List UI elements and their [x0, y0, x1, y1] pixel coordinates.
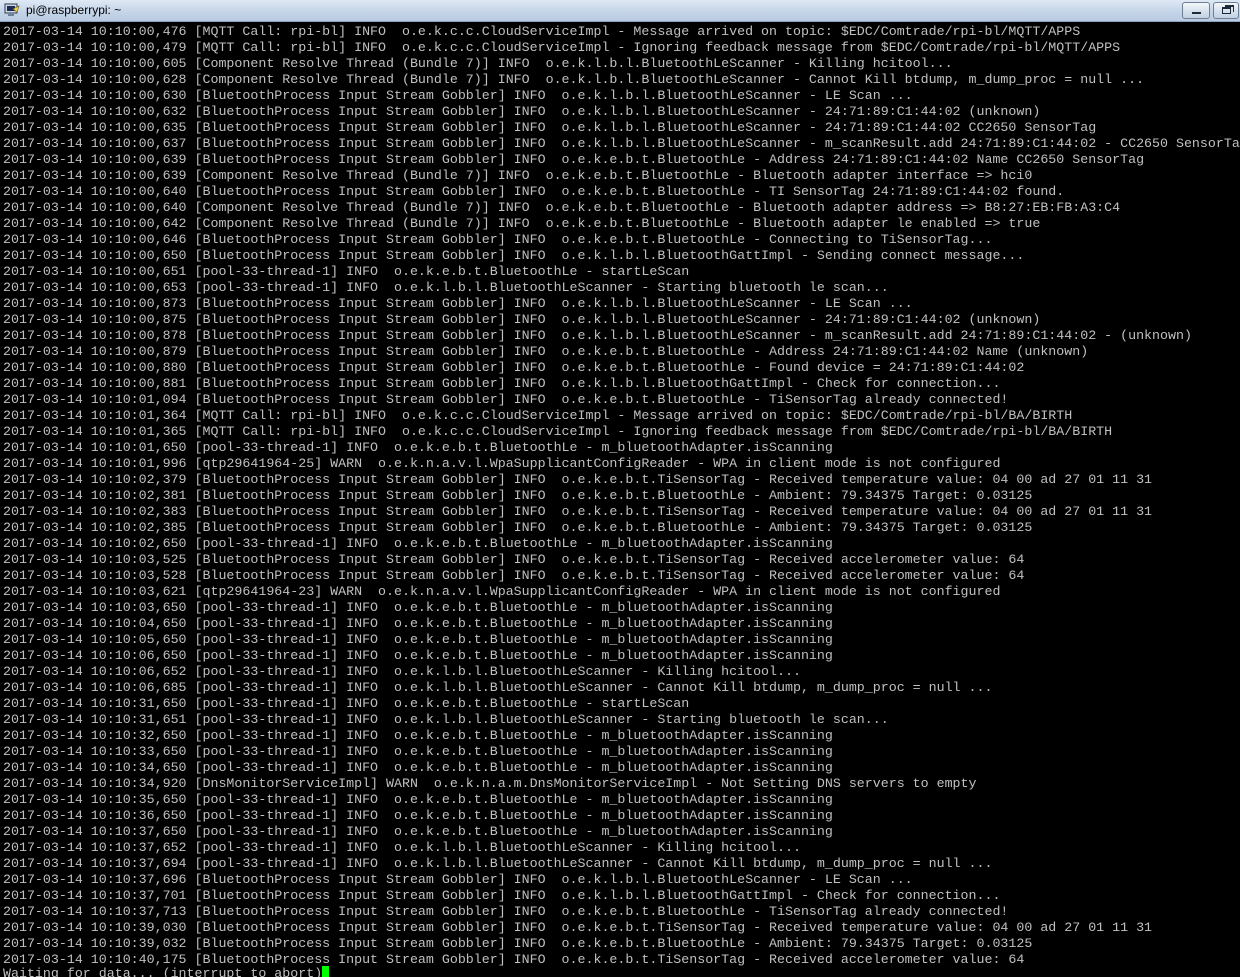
- log-line: 2017-03-14 10:10:37,696 [BluetoothProces…: [3, 872, 913, 887]
- log-line: 2017-03-14 10:10:01,364 [MQTT Call: rpi-…: [3, 408, 1073, 423]
- log-line: 2017-03-14 10:10:00,878 [BluetoothProces…: [3, 328, 1192, 343]
- log-line: 2017-03-14 10:10:39,030 [BluetoothProces…: [3, 920, 1153, 935]
- log-line: 2017-03-14 10:10:37,694 [pool-33-thread-…: [3, 856, 993, 871]
- log-line: 2017-03-14 10:10:05,650 [pool-33-thread-…: [3, 632, 833, 647]
- log-line: 2017-03-14 10:10:01,365 [MQTT Call: rpi-…: [3, 424, 1113, 439]
- log-line: 2017-03-14 10:10:35,650 [pool-33-thread-…: [3, 792, 833, 807]
- log-line: 2017-03-14 10:10:31,650 [pool-33-thread-…: [3, 696, 690, 711]
- terminal-output[interactable]: 2017-03-14 10:10:00,476 [MQTT Call: rpi-…: [0, 22, 1240, 977]
- status-line: Waiting for data... (interrupt to abort): [3, 966, 330, 977]
- log-line: 2017-03-14 10:10:01,094 [BluetoothProces…: [3, 392, 1009, 407]
- log-line: 2017-03-14 10:10:02,379 [BluetoothProces…: [3, 472, 1153, 487]
- log-line: 2017-03-14 10:10:00,879 [BluetoothProces…: [3, 344, 1089, 359]
- log-line: 2017-03-14 10:10:06,685 [pool-33-thread-…: [3, 680, 993, 695]
- putty-terminal-icon[interactable]: [4, 3, 20, 18]
- log-line: 2017-03-14 10:10:00,630 [BluetoothProces…: [3, 88, 913, 103]
- cursor-block: [322, 966, 330, 977]
- log-line: 2017-03-14 10:10:01,650 [pool-33-thread-…: [3, 440, 833, 455]
- log-line: 2017-03-14 10:10:00,881 [BluetoothProces…: [3, 376, 1001, 391]
- log-line: 2017-03-14 10:10:00,635 [BluetoothProces…: [3, 120, 1097, 135]
- title-bar[interactable]: pi@raspberrypi: ~: [0, 0, 1240, 22]
- log-line: 2017-03-14 10:10:36,650 [pool-33-thread-…: [3, 808, 833, 823]
- log-line: 2017-03-14 10:10:03,650 [pool-33-thread-…: [3, 600, 833, 615]
- log-line: 2017-03-14 10:10:00,640 [BluetoothProces…: [3, 184, 1065, 199]
- restore-icon: [1222, 7, 1231, 14]
- log-line: 2017-03-14 10:10:00,479 [MQTT Call: rpi-…: [3, 40, 1121, 55]
- log-line: 2017-03-14 10:10:00,880 [BluetoothProces…: [3, 360, 1025, 375]
- log-line: 2017-03-14 10:10:39,032 [BluetoothProces…: [3, 936, 1033, 951]
- log-line: 2017-03-14 10:10:00,642 [Component Resol…: [3, 216, 1041, 231]
- log-line: 2017-03-14 10:10:02,385 [BluetoothProces…: [3, 520, 1033, 535]
- log-line: 2017-03-14 10:10:00,476 [MQTT Call: rpi-…: [3, 24, 1081, 39]
- log-line: 2017-03-14 10:10:00,873 [BluetoothProces…: [3, 296, 913, 311]
- log-line: 2017-03-14 10:10:00,639 [BluetoothProces…: [3, 152, 1145, 167]
- log-line: 2017-03-14 10:10:00,651 [pool-33-thread-…: [3, 264, 690, 279]
- log-line: 2017-03-14 10:10:00,628 [Component Resol…: [3, 72, 1145, 87]
- log-line: 2017-03-14 10:10:31,651 [pool-33-thread-…: [3, 712, 889, 727]
- log-line: 2017-03-14 10:10:02,381 [BluetoothProces…: [3, 488, 1033, 503]
- log-line: 2017-03-14 10:10:37,713 [BluetoothProces…: [3, 904, 1009, 919]
- log-line: 2017-03-14 10:10:00,875 [BluetoothProces…: [3, 312, 1041, 327]
- log-line: 2017-03-14 10:10:00,639 [Component Resol…: [3, 168, 1033, 183]
- log-line: 2017-03-14 10:10:00,646 [BluetoothProces…: [3, 232, 993, 247]
- log-line: 2017-03-14 10:10:03,525 [BluetoothProces…: [3, 552, 1025, 567]
- log-line: 2017-03-14 10:10:00,653 [pool-33-thread-…: [3, 280, 889, 295]
- log-line: 2017-03-14 10:10:02,383 [BluetoothProces…: [3, 504, 1153, 519]
- minimize-button[interactable]: [1182, 2, 1210, 19]
- log-line: 2017-03-14 10:10:03,528 [BluetoothProces…: [3, 568, 1025, 583]
- log-line: 2017-03-14 10:10:00,632 [BluetoothProces…: [3, 104, 1041, 119]
- log-line: 2017-03-14 10:10:01,996 [qtp29641964-25]…: [3, 456, 1001, 471]
- log-line: 2017-03-14 10:10:00,640 [Component Resol…: [3, 200, 1121, 215]
- minimize-icon: [1192, 12, 1201, 14]
- log-line: 2017-03-14 10:10:32,650 [pool-33-thread-…: [3, 728, 833, 743]
- status-text: Waiting for data... (interrupt to abort): [3, 966, 323, 977]
- log-line: 2017-03-14 10:10:00,605 [Component Resol…: [3, 56, 953, 71]
- log-output: 2017-03-14 10:10:00,476 [MQTT Call: rpi-…: [3, 24, 1240, 968]
- restore-button[interactable]: [1213, 2, 1239, 19]
- log-line: 2017-03-14 10:10:02,650 [pool-33-thread-…: [3, 536, 833, 551]
- log-line: 2017-03-14 10:10:03,621 [qtp29641964-23]…: [3, 584, 1001, 599]
- log-line: 2017-03-14 10:10:37,650 [pool-33-thread-…: [3, 824, 833, 839]
- log-line: 2017-03-14 10:10:34,920 [DnsMonitorServi…: [3, 776, 977, 791]
- window-title: pi@raspberrypi: ~: [26, 3, 122, 17]
- log-line: 2017-03-14 10:10:37,652 [pool-33-thread-…: [3, 840, 801, 855]
- log-line: 2017-03-14 10:10:06,650 [pool-33-thread-…: [3, 648, 833, 663]
- terminal-window: pi@raspberrypi: ~ 2017-03-14 10:10:00,47…: [0, 0, 1240, 977]
- log-line: 2017-03-14 10:10:00,650 [BluetoothProces…: [3, 248, 1025, 263]
- log-line: 2017-03-14 10:10:04,650 [pool-33-thread-…: [3, 616, 833, 631]
- log-line: 2017-03-14 10:10:37,701 [BluetoothProces…: [3, 888, 1001, 903]
- log-line: 2017-03-14 10:10:06,652 [pool-33-thread-…: [3, 664, 801, 679]
- log-line: 2017-03-14 10:10:00,637 [BluetoothProces…: [3, 136, 1240, 151]
- log-line: 2017-03-14 10:10:33,650 [pool-33-thread-…: [3, 744, 833, 759]
- log-line: 2017-03-14 10:10:34,650 [pool-33-thread-…: [3, 760, 833, 775]
